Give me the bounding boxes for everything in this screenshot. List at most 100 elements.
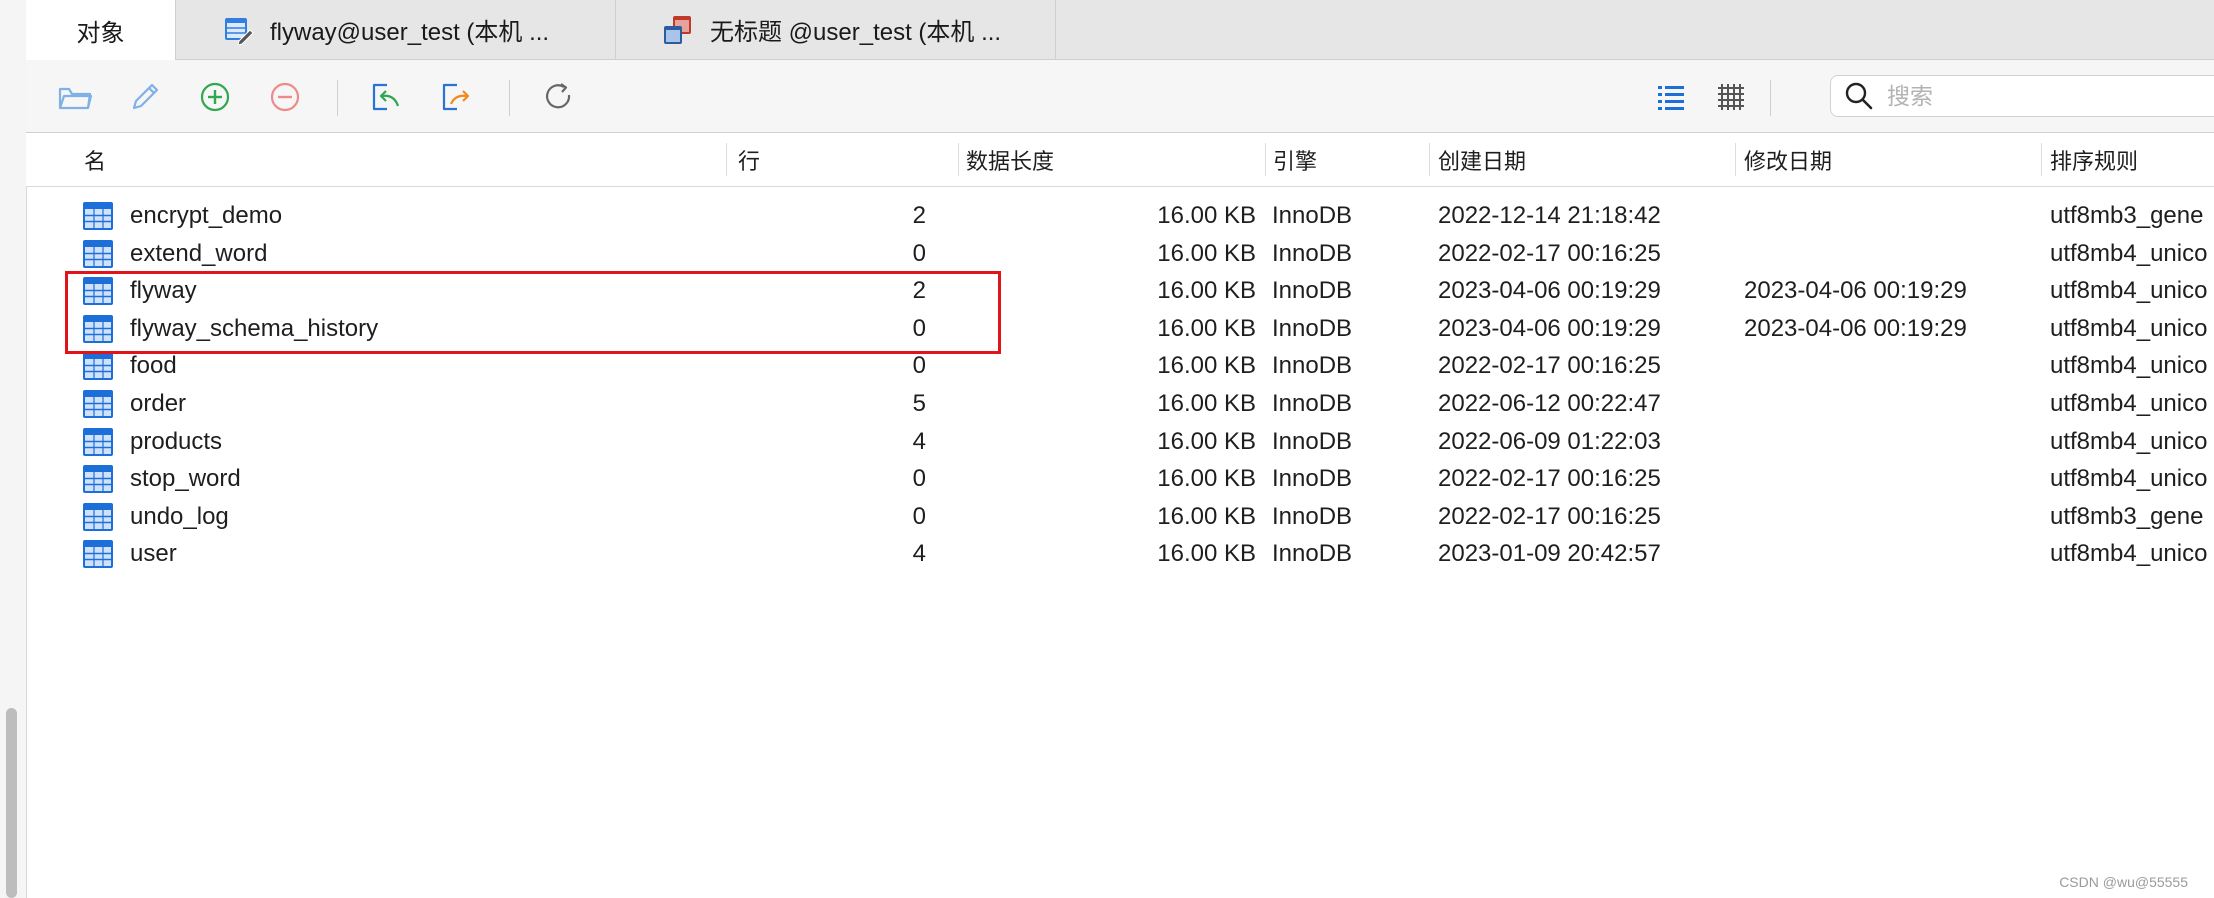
watermark: CSDN @wu@55555 (2059, 874, 2188, 890)
column-header-data-length[interactable]: 数据长度 (966, 133, 1054, 186)
cell-rows: 0 (912, 314, 926, 342)
left-gutter (0, 0, 27, 898)
cell-name: extend_word (130, 239, 268, 267)
open-table-button[interactable] (56, 78, 94, 116)
cell-collation: utf8mb4_unico (2050, 277, 2208, 305)
cell-name: food (130, 352, 177, 380)
cell-engine: InnoDB (1272, 502, 1353, 530)
column-divider[interactable] (958, 143, 959, 176)
column-header-rows[interactable]: 行 (738, 133, 760, 186)
table-icon (83, 314, 113, 343)
column-divider[interactable] (726, 143, 727, 176)
delete-table-icon (270, 82, 300, 112)
cell-rows: 2 (912, 277, 926, 305)
cell-name: flyway_schema_history (130, 314, 379, 342)
table-row[interactable]: products 4 16.00 KB InnoDB 2022-06-09 01:22:… (26, 423, 2214, 461)
tab-untitled-query[interactable]: 无标题 @user_test (本机 ... (616, 0, 1056, 59)
table-icon (83, 202, 113, 230)
column-divider[interactable] (1429, 143, 1430, 176)
table-row[interactable]: extend_word 0 16.00 KB InnoDB 2022-02-17 00:… (26, 235, 2214, 273)
cell-created: 2022-06-12 00:22:47 (1438, 390, 1661, 417)
cell-modified (1744, 423, 2034, 461)
column-header-collation[interactable]: 排序规则 (2050, 133, 2138, 186)
cell-data-length: 16.00 KB (1157, 314, 1256, 342)
table-row[interactable]: user 4 16.00 KB InnoDB 2023-01-09 20:42:57 ut… (26, 535, 2214, 573)
cell-collation: utf8mb4_unico (2050, 239, 2208, 267)
search-input[interactable] (1887, 82, 2207, 110)
cell-data-length: 16.00 KB (1157, 352, 1256, 380)
table-row[interactable]: stop_word 0 16.00 KB InnoDB 2022-02-17 00:16… (26, 460, 2214, 498)
tab-objects[interactable]: 对象 (26, 0, 176, 60)
toolbar (26, 60, 2214, 133)
cell-modified: 2023-04-06 00:19:29 (1744, 277, 1967, 305)
column-divider[interactable] (1735, 143, 1736, 176)
column-header-engine[interactable]: 引擎 (1273, 133, 1317, 186)
cell-rows: 4 (912, 540, 926, 568)
cell-name: user (130, 540, 177, 568)
export-button[interactable] (436, 78, 474, 116)
cell-created: 2022-06-09 01:22:03 (1438, 427, 1661, 455)
cell-created: 2023-01-09 20:42:57 (1438, 540, 1661, 568)
design-table-icon (132, 83, 159, 110)
grid-view-button[interactable] (1712, 78, 1750, 116)
cell-collation: utf8mb4_unico (2050, 465, 2208, 493)
table-header: 名 行 数据长度 引擎 创建日期 修改日期 排序规则 (26, 133, 2214, 187)
table-row[interactable]: order 5 16.00 KB InnoDB 2022-06-12 00:22:47 u… (26, 385, 2214, 423)
cell-modified (1744, 347, 2034, 385)
column-divider[interactable] (2041, 143, 2042, 176)
tab-flyway-design-label: flyway@user_test (本机 ... (270, 19, 550, 46)
design-table-button[interactable] (126, 78, 164, 116)
cell-collation: utf8mb4_unico (2050, 390, 2208, 417)
cell-collation: utf8mb4_unico (2050, 314, 2208, 342)
cell-created: 2023-04-06 00:19:29 (1438, 277, 1661, 305)
cell-name: stop_word (130, 465, 241, 493)
import-icon (372, 83, 400, 111)
cell-engine: InnoDB (1272, 239, 1353, 267)
search-box[interactable] (1830, 75, 2214, 117)
cell-name: undo_log (130, 502, 229, 530)
cell-modified (1744, 235, 2034, 273)
cell-created: 2022-12-14 21:18:42 (1438, 202, 1661, 229)
cell-created: 2022-02-17 00:16:25 (1438, 239, 1661, 267)
cell-created: 2022-02-17 00:16:25 (1438, 465, 1661, 493)
table-design-icon (225, 17, 254, 46)
table-row[interactable]: encrypt_demo 2 16.00 KB InnoDB 2022-12-14 21… (26, 197, 2214, 235)
cell-engine: InnoDB (1272, 314, 1353, 342)
cell-data-length: 16.00 KB (1157, 502, 1256, 530)
list-view-icon (1658, 86, 1684, 110)
table-row[interactable]: flyway 2 16.00 KB InnoDB 2023-04-06 00:19:29… (26, 272, 2214, 310)
cell-engine: InnoDB (1272, 540, 1353, 568)
cell-modified (1744, 498, 2034, 536)
tab-objects-label: 对象 (76, 19, 125, 47)
cell-engine: InnoDB (1272, 352, 1353, 380)
cell-name: flyway (130, 277, 197, 305)
tab-flyway-design[interactable]: flyway@user_test (本机 ... (176, 0, 616, 59)
cell-collation: utf8mb4_unico (2050, 427, 2208, 455)
column-divider[interactable] (1265, 143, 1266, 176)
cell-modified (1744, 535, 2034, 573)
import-button[interactable] (366, 78, 404, 116)
column-header-name[interactable]: 名 (84, 133, 106, 186)
cell-rows: 0 (912, 239, 926, 267)
cell-data-length: 16.00 KB (1157, 202, 1256, 229)
column-header-modified[interactable]: 修改日期 (1744, 133, 1832, 186)
toolbar-separator (509, 80, 510, 116)
cell-modified (1744, 460, 2034, 498)
table-row[interactable]: food 0 16.00 KB InnoDB 2022-02-17 00:16:25 ut… (26, 347, 2214, 385)
refresh-button[interactable] (540, 78, 578, 116)
delete-table-button[interactable] (266, 78, 304, 116)
table-icon (83, 239, 113, 268)
refresh-icon (546, 83, 571, 109)
left-scrollbar[interactable] (6, 708, 17, 898)
column-header-created[interactable]: 创建日期 (1438, 133, 1526, 186)
table-icon (83, 277, 113, 306)
list-view-button[interactable] (1652, 78, 1690, 116)
cell-engine: InnoDB (1272, 427, 1353, 455)
new-table-button[interactable] (196, 78, 234, 116)
cell-modified: 2023-04-06 00:19:29 (1744, 314, 1967, 342)
table-row[interactable]: undo_log 0 16.00 KB InnoDB 2022-02-17 00:16:… (26, 498, 2214, 536)
table-row[interactable]: flyway_schema_history 0 16.00 KB InnoDB 2023… (26, 310, 2214, 348)
cell-engine: InnoDB (1272, 390, 1353, 417)
cell-data-length: 16.00 KB (1157, 277, 1256, 305)
cell-rows: 0 (912, 502, 926, 530)
